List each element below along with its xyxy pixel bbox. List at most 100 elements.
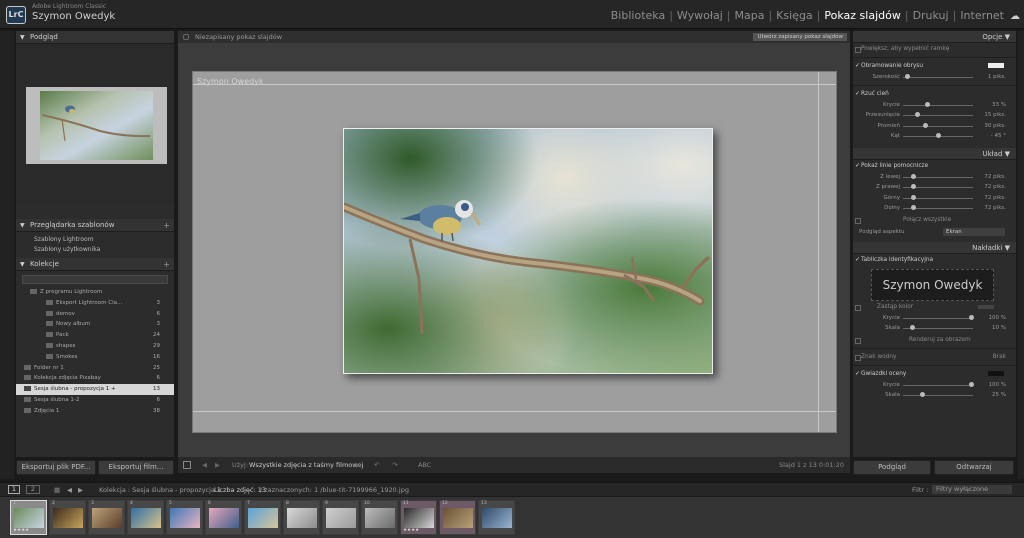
next-arrow-icon[interactable]: ▶ — [215, 457, 220, 473]
render-behind-checkbox[interactable]: Renderuj za obrazem — [853, 334, 1016, 346]
filmstrip-thumbnail[interactable]: 13 — [478, 500, 515, 535]
slider-knob[interactable] — [925, 101, 930, 107]
collection-row[interactable]: Folder nr 1 25 — [16, 363, 174, 374]
slider-knob[interactable] — [936, 133, 941, 138]
override-color-checkbox[interactable]: Zastąp kolor — [853, 301, 1016, 313]
module-develop[interactable]: Wywołaj — [677, 9, 723, 22]
slider-knob[interactable] — [920, 392, 925, 397]
slider-value[interactable]: 10 % — [992, 323, 1006, 334]
filmstrip-thumbnail[interactable]: 6 — [205, 500, 242, 535]
filmstrip-thumbnail[interactable]: 10 — [361, 500, 398, 535]
slider-knob[interactable] — [915, 112, 920, 117]
slider-value[interactable]: - 45 ° — [991, 131, 1006, 142]
rating-color-swatch[interactable] — [988, 370, 1004, 376]
filmstrip-thumbnail[interactable]: 8 — [283, 500, 320, 535]
stop-button-icon[interactable] — [183, 461, 191, 469]
add-template-icon[interactable]: + — [163, 219, 170, 232]
slider-knob[interactable] — [911, 205, 916, 210]
slider-track[interactable] — [903, 104, 973, 106]
template-folder-user[interactable]: Szablony użytkownika — [16, 245, 174, 255]
back-arrow-icon[interactable]: ◀ — [67, 483, 72, 497]
template-folder-lightroom[interactable]: Szablony Lightroom — [16, 235, 174, 245]
collection-row[interactable]: Pack 24 — [16, 330, 174, 341]
play-button[interactable]: Odtwarzaj — [934, 460, 1014, 475]
zoom-to-fill-checkbox[interactable]: Powiększ, aby wypełnić ramkę — [853, 43, 1016, 55]
slider-track[interactable] — [903, 317, 973, 319]
slider-value[interactable]: 72 piks. — [984, 203, 1006, 214]
slider-value[interactable]: 25 % — [992, 390, 1006, 401]
slider-track[interactable] — [903, 395, 973, 396]
filter-dropdown[interactable]: Filtry wyłączone — [932, 485, 1012, 494]
filmstrip-thumbnail[interactable]: 7 — [244, 500, 281, 535]
collections-header[interactable]: ▼ Kolekcje + — [16, 258, 174, 271]
slider-value[interactable]: 30 piks. — [984, 121, 1006, 132]
collection-row[interactable]: Sesja ślubna - propozycja 1 + 13 — [16, 384, 174, 395]
preview-button[interactable]: Podgląd — [853, 460, 931, 475]
stroke-border-checkbox[interactable]: Obramowanie obrysu — [853, 60, 1016, 72]
filmstrip-thumbnail[interactable]: 1 ★★★★ — [10, 500, 47, 535]
secondary-window-button[interactable]: 2 — [26, 485, 40, 494]
cloud-sync-icon[interactable]: ☁ — [1010, 11, 1020, 22]
identity-plate-preview[interactable]: Szymon Owedyk — [871, 268, 994, 301]
rotate-left-icon[interactable]: ↶ — [374, 457, 379, 473]
collection-row[interactable]: Zdjęcia 1 38 — [16, 406, 174, 417]
slider-value[interactable]: 72 piks. — [984, 193, 1006, 204]
template-browser-header[interactable]: ▼ Przeglądarka szablonów + — [16, 219, 174, 232]
previous-arrow-icon[interactable]: ◀ — [202, 457, 207, 473]
add-text-button[interactable]: ABC — [418, 457, 431, 473]
stroke-width-value[interactable]: 1 piks. — [988, 72, 1006, 83]
stroke-width-slider[interactable] — [903, 77, 973, 78]
slider-knob[interactable] — [969, 314, 974, 320]
slider-track[interactable] — [903, 125, 973, 127]
slider-value[interactable]: 33 % — [992, 100, 1006, 111]
rotate-right-icon[interactable]: ↷ — [392, 457, 397, 473]
module-web[interactable]: Internet — [960, 9, 1004, 22]
collection-row[interactable]: Smokes 16 — [16, 352, 174, 363]
identity-plate-checkbox[interactable]: Tabliczka identyfikacyjna — [853, 254, 1016, 266]
slider-value[interactable]: 15 piks. — [984, 110, 1006, 121]
stroke-color-swatch[interactable] — [988, 63, 1004, 68]
aspect-preview-dropdown[interactable]: Ekran — [943, 227, 1005, 236]
module-slideshow[interactable]: Pokaz slajdów — [824, 9, 900, 22]
override-color-swatch[interactable] — [978, 304, 994, 309]
source-path[interactable]: Kolekcja : Sesja ślubna - propozycja 1 — [99, 483, 221, 497]
bottom-guide-line[interactable] — [193, 411, 836, 412]
link-all-checkbox[interactable]: Połącz wszystkie — [853, 214, 1016, 226]
play-preview-icon[interactable]: ▶ — [356, 457, 361, 473]
right-guide-line[interactable] — [818, 72, 819, 432]
collection-row[interactable]: shapes 29 — [16, 341, 174, 352]
collection-row[interactable]: Z programu Lightroom — [16, 287, 174, 298]
preview-panel-header[interactable]: ▼ Podgląd — [16, 31, 174, 44]
filmstrip-thumbnail[interactable]: 5 — [166, 500, 203, 535]
collection-row[interactable]: Kolekcja zdjęcia Pixabay 6 — [16, 373, 174, 384]
top-guide-line[interactable] — [193, 84, 836, 85]
filmstrip-thumbnail[interactable]: 4 — [127, 500, 164, 535]
slider-knob[interactable] — [923, 122, 928, 128]
watermark-value[interactable]: Brak — [993, 351, 1006, 363]
overlays-panel-header[interactable]: Nakładki ▼ — [853, 241, 1016, 254]
filmstrip-thumbnail[interactable]: 12 — [439, 500, 476, 535]
slider-value[interactable]: 72 piks. — [984, 182, 1006, 193]
watermark-checkbox[interactable]: Znak wodny Brak — [853, 351, 1016, 363]
slider-knob[interactable] — [969, 381, 974, 387]
create-saved-slideshow-button[interactable]: Utwórz zapisany pokaz slajdów — [753, 33, 847, 41]
module-map[interactable]: Mapa — [734, 9, 764, 22]
show-guides-checkbox[interactable]: Pokaż linie pomocnicze — [853, 160, 1016, 172]
forward-arrow-icon[interactable]: ▶ — [78, 483, 83, 497]
filmstrip-thumbnail[interactable]: 3 — [88, 500, 125, 535]
right-panel-edge[interactable] — [1018, 31, 1024, 479]
layout-panel-header[interactable]: Układ ▼ — [853, 147, 1016, 160]
slide-canvas[interactable]: Szymon Owedyk — [192, 71, 837, 433]
cast-shadow-checkbox[interactable]: Rzuć cień — [853, 88, 1016, 100]
module-book[interactable]: Księga — [776, 9, 813, 22]
rating-stars-checkbox[interactable]: Gwiazdki oceny — [853, 368, 1016, 380]
export-pdf-button[interactable]: Eksportuj plik PDF... — [16, 460, 96, 475]
left-panel-edge[interactable] — [0, 31, 14, 479]
slider-value[interactable]: 100 % — [989, 313, 1006, 324]
collection-row[interactable]: Sesja ślubna 1-2 6 — [16, 395, 174, 406]
slider-knob[interactable] — [910, 325, 915, 330]
export-video-button[interactable]: Eksportuj film... — [98, 460, 174, 475]
slider-value[interactable]: 72 piks. — [984, 172, 1006, 183]
slide-photo[interactable] — [343, 128, 713, 374]
options-panel-header[interactable]: Opcje ▼ — [853, 31, 1016, 43]
